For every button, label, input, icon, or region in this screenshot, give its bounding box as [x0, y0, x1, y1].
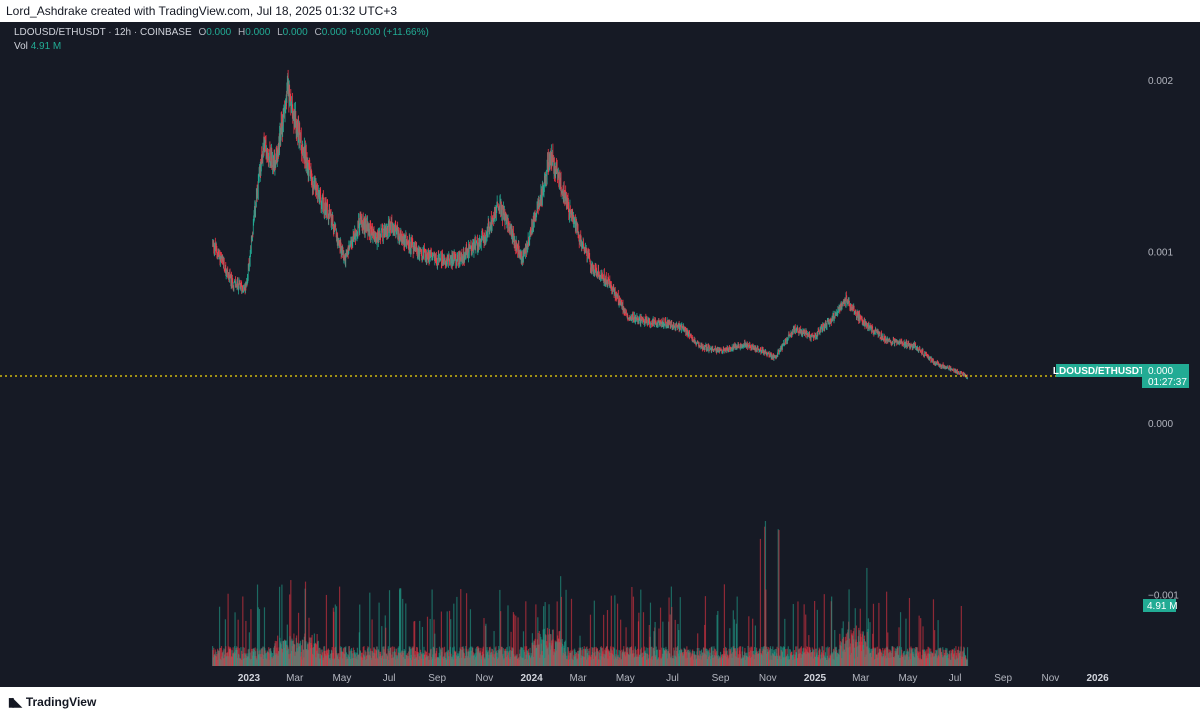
legend-change: +0.000 (+11.66%): [349, 27, 429, 38]
time-axis-tick: Jul: [949, 673, 962, 684]
symbol-tag-label: LDOUSD/ETHUSDT: [1053, 366, 1145, 377]
volume-bar: [620, 619, 622, 666]
volume-bar: [671, 606, 673, 666]
time-axis-tick: Mar: [852, 673, 870, 684]
chart-legend: LDOUSD/ETHUSDT · 12h · COINBASE O0.000 H…: [14, 27, 429, 52]
time-axis-tick: Sep: [428, 673, 446, 684]
legend-interval[interactable]: 12h: [114, 27, 131, 38]
legend-low-value: 0.000: [282, 27, 308, 38]
time-axis-tick: Jul: [383, 673, 396, 684]
chart-panel[interactable]: 0.002 0.001 0.000 −0.001 2023 Mar May Jul Sep No…: [0, 22, 1200, 687]
price-tag-countdown: 01:27:37: [1148, 377, 1187, 388]
time-axis-tick: Sep: [994, 673, 1012, 684]
legend-open-value: 0.000: [206, 27, 232, 38]
volume-bar: [778, 530, 780, 666]
price-axis[interactable]: 0.0020.0010.000−0.001: [1148, 76, 1179, 602]
volume-bar: [823, 594, 825, 666]
brand-bar: ▮◣ TradingView: [0, 687, 1200, 716]
time-axis-tick: 2026: [1086, 673, 1109, 684]
time-axis-tick: 2024: [520, 673, 543, 684]
time-axis-tick: May: [332, 673, 351, 684]
chart-credit: Lord_Ashdrake created with TradingView.c…: [6, 4, 398, 18]
legend-close-label: C: [314, 27, 322, 38]
volume-bar: [920, 618, 922, 666]
time-axis[interactable]: 2023 Mar May Jul Sep Nov 2024 Mar May Jul Sep Nov 20…: [238, 673, 1109, 684]
time-axis-tick: May: [898, 673, 917, 684]
last-price-tag: LDOUSD/ETHUSDT 0.000 01:27:37: [1053, 364, 1189, 388]
volume-tag-value: 4.91 M: [1147, 601, 1178, 612]
time-axis-tick: Nov: [475, 673, 493, 684]
volume-bar: [759, 538, 762, 666]
price-axis-tick: 0.001: [1148, 248, 1173, 259]
volume-bar: [814, 600, 816, 666]
brand-name: TradingView: [25, 695, 97, 709]
price-tag-value: 0.000: [1148, 366, 1173, 377]
time-axis-tick: May: [616, 673, 635, 684]
volume-bar: [966, 647, 969, 666]
legend-volume-label: Vol: [14, 41, 28, 52]
legend-symbol[interactable]: LDOUSD/ETHUSDT: [14, 27, 106, 38]
time-axis-tick: Mar: [286, 673, 304, 684]
time-axis-tick: 2023: [238, 673, 261, 684]
volume-bar: [614, 595, 616, 666]
price-axis-tick: 0.002: [1148, 76, 1173, 87]
volume-bar: [932, 599, 935, 666]
time-axis-tick: Sep: [712, 673, 730, 684]
tradingview-mark-icon: ▮◣: [8, 695, 22, 709]
legend-volume-value: 4.91 M: [30, 41, 62, 52]
volume-bar: [333, 611, 335, 666]
time-axis-tick: Mar: [569, 673, 587, 684]
time-axis-tick: Nov: [1041, 673, 1059, 684]
tradingview-logo[interactable]: ▮◣ TradingView: [8, 695, 96, 709]
chart-credit-bar: Lord_Ashdrake created with TradingView.c…: [0, 0, 1200, 22]
price-axis-tick: 0.000: [1148, 419, 1173, 430]
legend-exchange: COINBASE: [139, 27, 192, 38]
volume-tag: 4.91 M: [1143, 599, 1178, 612]
time-axis-tick: 2025: [804, 673, 827, 684]
volume-bar: [659, 607, 662, 666]
volume-bar: [723, 584, 726, 666]
candles: [212, 69, 968, 380]
price-chart[interactable]: 0.0020.0010.000−0.001 2023 Mar May Jul Sep No…: [0, 22, 1200, 687]
time-axis-tick: Jul: [666, 673, 679, 684]
legend-close-value: 0.000: [321, 27, 347, 38]
volume-bar: [565, 589, 567, 666]
legend-high-value: 0.000: [245, 27, 271, 38]
time-axis-tick: Nov: [759, 673, 777, 684]
volume-bars: [212, 521, 969, 666]
